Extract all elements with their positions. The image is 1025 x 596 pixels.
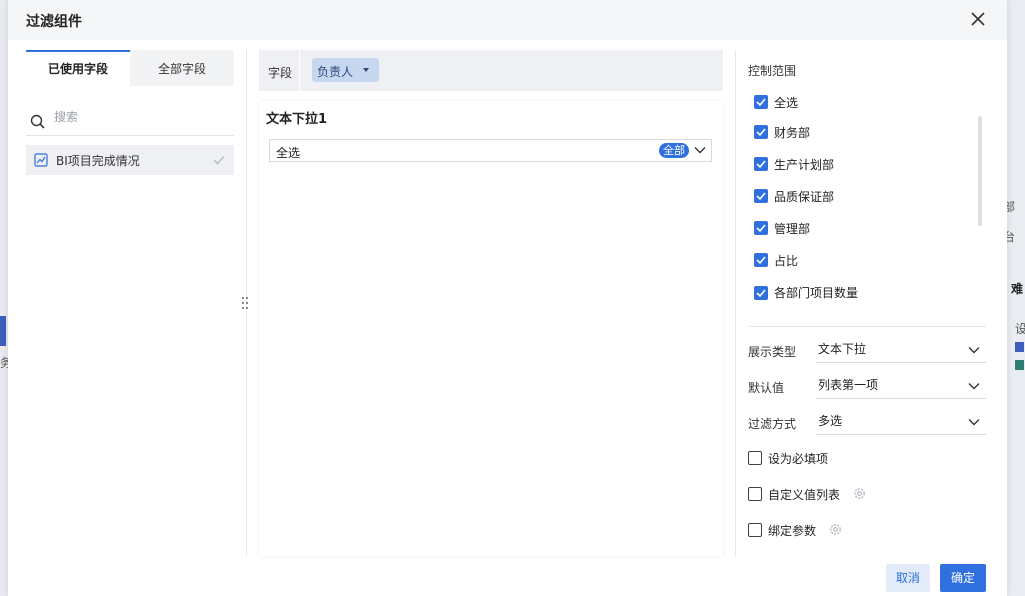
check-icon: [213, 155, 225, 165]
checkmark-icon: [756, 224, 766, 233]
tab-used-fields[interactable]: 已使用字段: [26, 50, 130, 86]
scope-item-label: 全选: [774, 96, 799, 110]
caret-down-icon: [363, 68, 369, 72]
required-checkbox[interactable]: [748, 451, 762, 465]
dataset-label: BI项目完成情况: [56, 154, 140, 168]
section-divider: [748, 326, 986, 327]
display-type-select[interactable]: 文本下拉: [816, 338, 986, 363]
required-label: 设为必填项: [768, 452, 829, 466]
chevron-down-icon: [968, 383, 980, 390]
background-legend-swatch: [1015, 360, 1024, 370]
gear-icon[interactable]: [852, 486, 867, 501]
scope-checkbox[interactable]: [754, 253, 768, 267]
drag-handle-icon[interactable]: [241, 296, 249, 310]
background-legend-swatch: [1015, 342, 1024, 352]
scope-item-label: 品质保证部: [774, 190, 835, 204]
default-value-value: 列表第一项: [818, 378, 879, 392]
scope-item-label: 管理部: [774, 222, 811, 236]
dialog-header: 过滤组件: [8, 0, 1007, 40]
search-icon: [30, 114, 45, 129]
dataset-item[interactable]: BI项目完成情况: [26, 145, 234, 175]
scope-item-label: 财务部: [774, 126, 811, 140]
filter-component-dialog: 过滤组件 已使用字段 全部字段 BI项目完成情况 字段: [8, 0, 1007, 596]
search-box: [26, 104, 234, 136]
cancel-button[interactable]: 取消: [886, 564, 930, 592]
close-icon[interactable]: [969, 10, 987, 28]
checkmark-icon: [756, 98, 766, 107]
preview-panel: 文本下拉1 全选 全部: [259, 101, 723, 556]
scope-checkbox[interactable]: [754, 286, 768, 300]
scope-checkbox[interactable]: [754, 221, 768, 235]
custom-value-list-label: 自定义值列表: [768, 488, 841, 502]
scope-checkbox[interactable]: [754, 125, 768, 139]
panel-divider: [735, 50, 736, 556]
display-type-value: 文本下拉: [818, 342, 867, 356]
scope-item-label: 各部门项目数量: [774, 286, 859, 300]
default-value-select[interactable]: 列表第一项: [816, 374, 986, 399]
gear-icon[interactable]: [828, 522, 843, 537]
chevron-down-icon: [694, 147, 706, 154]
filter-mode-label: 过滤方式: [748, 417, 797, 431]
preview-dropdown[interactable]: 全选 全部: [269, 139, 712, 162]
field-chip[interactable]: 负责人: [312, 58, 379, 82]
bind-param-checkbox[interactable]: [748, 523, 762, 537]
search-input[interactable]: [52, 109, 231, 125]
scope-checkbox[interactable]: [754, 157, 768, 171]
chevron-down-icon: [968, 347, 980, 354]
scope-checkbox[interactable]: [754, 189, 768, 203]
checkmark-icon: [756, 289, 766, 298]
background-text: 难: [1011, 282, 1024, 296]
checkmark-icon: [756, 128, 766, 137]
filter-mode-select[interactable]: 多选: [816, 410, 986, 435]
all-badge: 全部: [659, 143, 689, 158]
confirm-button[interactable]: 确定: [940, 564, 986, 592]
dialog-title: 过滤组件: [26, 14, 82, 30]
default-value-label: 默认值: [748, 381, 785, 395]
checkmark-icon: [756, 256, 766, 265]
scope-checkbox[interactable]: [754, 95, 768, 109]
preview-dropdown-value: 全选: [276, 146, 301, 160]
background-text: 设: [1015, 322, 1025, 336]
control-scope-title: 控制范围: [748, 64, 797, 78]
filter-mode-value: 多选: [818, 414, 843, 428]
background-bar: [0, 316, 6, 346]
checkmark-icon: [756, 160, 766, 169]
field-label: 字段: [268, 66, 293, 80]
display-type-label: 展示类型: [748, 345, 797, 359]
custom-value-list-checkbox[interactable]: [748, 487, 762, 501]
field-bar: 字段 负责人: [259, 50, 723, 91]
field-tabs: 已使用字段 全部字段: [26, 50, 234, 86]
checkmark-icon: [756, 192, 766, 201]
bind-param-label: 绑定参数: [768, 524, 817, 538]
chart-icon: [34, 153, 48, 167]
scope-item-label: 占比: [774, 254, 799, 268]
chevron-down-icon: [968, 419, 980, 426]
scope-scrollbar[interactable]: [978, 116, 982, 226]
background-app: [1005, 0, 1025, 596]
field-chip-label: 负责人: [317, 65, 354, 79]
preview-title: 文本下拉1: [266, 112, 328, 127]
tab-all-fields[interactable]: 全部字段: [130, 50, 234, 86]
field-divider: [299, 50, 300, 91]
scope-item-label: 生产计划部: [774, 158, 835, 172]
